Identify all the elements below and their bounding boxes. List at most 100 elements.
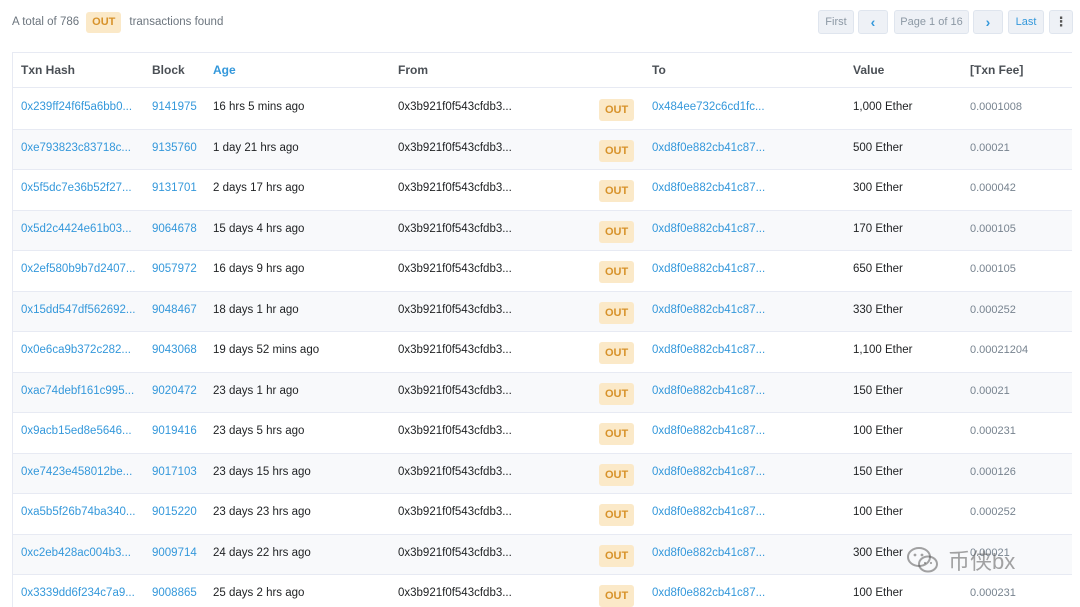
block-link[interactable]: 9064678	[152, 211, 197, 251]
table-row: 0xe7423e458012be... 9017103 23 days 15 hrs…	[13, 453, 1072, 494]
age-cell: 23 days 5 hrs ago	[213, 425, 305, 437]
value-cell: 100 Ether	[853, 425, 903, 437]
table-row: 0x5f5dc7e36b52f27... 9131701 2 days 17 hrs…	[13, 170, 1072, 211]
column-header-to: To	[652, 63, 666, 77]
from-address: 0x3b921f0f543cfdb3...	[398, 465, 512, 478]
to-address-link[interactable]: 0xd8f0e882cb41c87...	[652, 130, 765, 170]
value-cell: 1,100 Ether	[853, 344, 913, 356]
txn-hash-link[interactable]: 0x9acb15ed8e5646...	[21, 413, 132, 453]
to-address-link[interactable]: 0x484ee732c6cd1fc...	[652, 89, 765, 129]
table-row: 0x239ff24f6f5a6bb0... 9141975 16 hrs 5 min…	[13, 89, 1072, 130]
to-address-link[interactable]: 0xd8f0e882cb41c87...	[652, 170, 765, 210]
to-address-link[interactable]: 0xd8f0e882cb41c87...	[652, 211, 765, 251]
value-cell: 150 Ether	[853, 465, 903, 478]
txn-hash-link[interactable]: 0xc2eb428ac004b3...	[21, 535, 131, 575]
from-address: 0x3b921f0f543cfdb3...	[398, 141, 512, 154]
block-link[interactable]: 9020472	[152, 373, 197, 413]
value-cell: 330 Ether	[853, 303, 903, 316]
toolbar: A total of 786 OUT transactions found Fi…	[0, 0, 1080, 44]
direction-badge: OUT	[599, 139, 635, 162]
txn-hash-link[interactable]: 0x5f5dc7e36b52f27...	[21, 170, 132, 210]
block-link[interactable]: 9015220	[152, 494, 197, 534]
to-address-link[interactable]: 0xd8f0e882cb41c87...	[652, 413, 765, 453]
age-cell: 16 days 9 hrs ago	[213, 263, 305, 275]
more-options-button[interactable]: ⋮	[1049, 10, 1073, 34]
direction-badge: OUT	[599, 180, 635, 202]
txn-fee-cell: 0.00021	[970, 141, 1010, 154]
direction-badge: OUT	[599, 99, 635, 121]
to-address-link[interactable]: 0xd8f0e882cb41c87...	[652, 535, 765, 575]
table-row: 0x9acb15ed8e5646... 9019416 23 days 5 hrs …	[13, 413, 1072, 454]
txn-hash-link[interactable]: 0x15dd547df562692...	[21, 292, 135, 332]
transactions-table: Txn Hash Block Age From To Value [Txn Fe…	[12, 52, 1072, 607]
block-link[interactable]: 9131701	[152, 170, 197, 210]
age-cell: 15 days 4 hrs ago	[213, 222, 305, 235]
to-address-link[interactable]: 0xd8f0e882cb41c87...	[652, 373, 765, 413]
watermark: 币侠bx	[906, 540, 1015, 580]
txn-fee-cell: 0.0001008	[970, 101, 1022, 113]
block-link[interactable]: 9057972	[152, 251, 197, 291]
block-link[interactable]: 9141975	[152, 89, 197, 129]
to-address-link[interactable]: 0xd8f0e882cb41c87...	[652, 251, 765, 291]
age-cell: 19 days 52 mins ago	[213, 344, 320, 356]
to-address-link[interactable]: 0xd8f0e882cb41c87...	[652, 575, 765, 607]
txn-hash-link[interactable]: 0x2ef580b9b7d2407...	[21, 251, 135, 291]
last-page-button[interactable]: Last	[1008, 10, 1044, 34]
age-cell: 23 days 15 hrs ago	[213, 465, 311, 478]
block-link[interactable]: 9019416	[152, 413, 197, 453]
txn-fee-cell: 0.00021204	[970, 344, 1029, 356]
txn-hash-link[interactable]: 0x5d2c4424e61b03...	[21, 211, 132, 251]
txn-fee-cell: 0.00021	[970, 384, 1010, 397]
block-link[interactable]: 9009714	[152, 535, 197, 575]
txn-hash-link[interactable]: 0xac74debf161c995...	[21, 373, 134, 413]
age-cell: 24 days 22 hrs ago	[213, 546, 311, 559]
column-header-value: Value	[853, 63, 885, 77]
direction-badge: OUT	[599, 220, 635, 243]
value-cell: 100 Ether	[853, 587, 903, 599]
block-link[interactable]: 9043068	[152, 332, 197, 372]
prev-page-button[interactable]: ‹	[858, 10, 888, 34]
value-cell: 150 Ether	[853, 384, 903, 397]
txn-hash-link[interactable]: 0xe793823c83718c...	[21, 130, 131, 170]
direction-badge: OUT	[599, 585, 635, 607]
chevron-left-icon: ‹	[870, 14, 876, 30]
txn-hash-link[interactable]: 0xa5b5f26b74ba340...	[21, 494, 135, 534]
value-cell: 300 Ether	[853, 546, 903, 559]
value-cell: 300 Ether	[853, 182, 903, 194]
column-header-txn-fee[interactable]: [Txn Fee]	[970, 53, 1023, 88]
next-page-button[interactable]: ›	[973, 10, 1003, 34]
table-row: 0x5d2c4424e61b03... 9064678 15 days 4 hrs …	[13, 210, 1072, 251]
txn-hash-link[interactable]: 0x239ff24f6f5a6bb0...	[21, 89, 132, 129]
txn-fee-cell: 0.000252	[970, 506, 1016, 518]
to-address-link[interactable]: 0xd8f0e882cb41c87...	[652, 292, 765, 332]
summary-suffix: transactions found	[129, 16, 224, 28]
from-address: 0x3b921f0f543cfdb3...	[398, 263, 512, 275]
block-link[interactable]: 9008865	[152, 575, 197, 607]
txn-hash-link[interactable]: 0xe7423e458012be...	[21, 454, 132, 494]
age-cell: 18 days 1 hr ago	[213, 303, 299, 316]
txn-hash-link[interactable]: 0x3339dd6f234c7a9...	[21, 575, 135, 607]
out-badge: OUT	[86, 11, 122, 33]
age-cell: 1 day 21 hrs ago	[213, 141, 299, 154]
column-header-txn-hash: Txn Hash	[21, 63, 76, 77]
block-link[interactable]: 9048467	[152, 292, 197, 332]
column-header-age[interactable]: Age	[213, 53, 236, 88]
table-row: 0xa5b5f26b74ba340... 9015220 23 days 23 hr…	[13, 494, 1072, 535]
from-address: 0x3b921f0f543cfdb3...	[398, 546, 512, 559]
first-page-button[interactable]: First	[818, 10, 854, 34]
value-cell: 650 Ether	[853, 263, 903, 275]
txn-fee-cell: 0.000231	[970, 425, 1016, 437]
txn-fee-cell: 0.000252	[970, 303, 1016, 316]
from-address: 0x3b921f0f543cfdb3...	[398, 425, 512, 437]
table-row: 0x2ef580b9b7d2407... 9057972 16 days 9 hrs…	[13, 251, 1072, 292]
txn-hash-link[interactable]: 0x0e6ca9b372c282...	[21, 332, 131, 372]
from-address: 0x3b921f0f543cfdb3...	[398, 303, 512, 316]
to-address-link[interactable]: 0xd8f0e882cb41c87...	[652, 332, 765, 372]
direction-badge: OUT	[599, 504, 635, 526]
from-address: 0x3b921f0f543cfdb3...	[398, 587, 512, 599]
block-link[interactable]: 9017103	[152, 454, 197, 494]
value-cell: 100 Ether	[853, 506, 903, 518]
to-address-link[interactable]: 0xd8f0e882cb41c87...	[652, 494, 765, 534]
to-address-link[interactable]: 0xd8f0e882cb41c87...	[652, 454, 765, 494]
block-link[interactable]: 9135760	[152, 130, 197, 170]
